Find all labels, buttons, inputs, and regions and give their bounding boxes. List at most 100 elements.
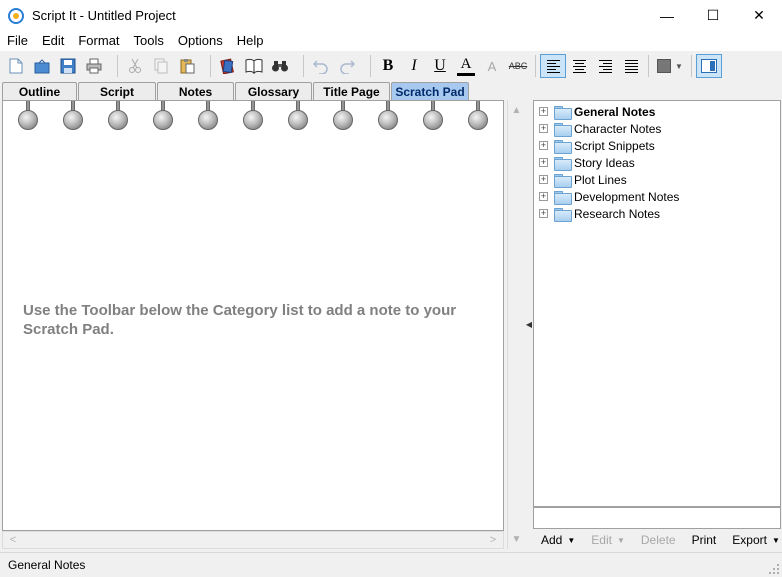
tree-item-plot-lines[interactable]: + Plot Lines [534,171,780,188]
folder-icon [554,139,572,154]
dropdown-arrow-icon: ▼ [675,61,683,71]
font-color-button[interactable]: A [457,56,475,76]
toolbar-separator [210,55,211,77]
expand-icon[interactable]: + [539,141,548,150]
bold-button[interactable]: B [375,54,401,78]
toolbar-separator [535,55,536,77]
print-button[interactable]: Print [692,533,717,547]
expand-icon[interactable]: + [539,107,548,116]
folder-icon [554,105,572,120]
align-center-button[interactable] [566,54,592,78]
strikethrough-button[interactable]: ABC [505,54,531,78]
scroll-down-icon[interactable]: ▼ [508,531,525,547]
splitter-grip-icon[interactable]: ◀ [526,319,532,329]
cut-icon[interactable] [122,54,148,78]
menu-edit[interactable]: Edit [35,31,71,51]
tab-title-page[interactable]: Title Page [313,82,390,100]
clear-format-button[interactable]: A [479,54,505,78]
ring-icon [153,101,173,131]
panel-icon [701,59,717,73]
ring-icon [378,101,398,131]
undo-icon[interactable] [308,54,334,78]
print-icon[interactable] [81,54,107,78]
app-icon [8,7,24,24]
color-swatch-icon [657,59,672,73]
copy-icon[interactable] [148,54,174,78]
tree-item-development-notes[interactable]: + Development Notes [534,188,780,205]
book-icon[interactable] [241,54,267,78]
align-right-button[interactable] [592,54,618,78]
menu-file[interactable]: File [0,31,35,51]
tree-item-story-ideas[interactable]: + Story Ideas [534,154,780,171]
tab-outline[interactable]: Outline [2,82,77,100]
toolbar-separator [117,55,118,77]
italic-button[interactable]: I [401,54,427,78]
menu-bar: File Edit Format Tools Options Help [0,31,782,51]
paste-icon[interactable] [174,54,200,78]
save-icon[interactable] [55,54,81,78]
expand-icon[interactable]: + [539,175,548,184]
align-left-icon [546,59,560,73]
menu-options[interactable]: Options [171,31,230,51]
tree-item-general-notes[interactable]: + General Notes [534,103,780,120]
tree-item-character-notes[interactable]: + Character Notes [534,120,780,137]
delete-button[interactable]: Delete [641,533,676,547]
vertical-scrollbar[interactable]: ▲ ▼ [507,100,525,549]
toolbar-separator [648,55,649,77]
tab-glossary[interactable]: Glossary [235,82,312,100]
align-left-button[interactable] [540,54,566,78]
tab-notes[interactable]: Notes [157,82,234,100]
tree-item-script-snippets[interactable]: + Script Snippets [534,137,780,154]
dropdown-arrow-icon: ▼ [616,535,625,545]
ring-icon [288,101,308,131]
open-icon[interactable] [29,54,55,78]
scratch-pad-area[interactable]: Use the Toolbar below the Category list … [2,100,504,531]
scroll-up-icon[interactable]: ▲ [508,102,525,118]
edit-button[interactable]: Edit ▼ [591,533,625,547]
folder-icon [554,156,572,171]
binoculars-icon[interactable] [267,54,293,78]
justify-icon [624,59,638,73]
horizontal-scrollbar[interactable]: < > [2,531,504,549]
window-title: Script It - Untitled Project [32,8,176,23]
ring-icon [243,101,263,131]
highlight-color-button[interactable]: ▼ [653,54,687,78]
tree-item-label: Development Notes [574,189,680,204]
close-button[interactable]: ✕ [736,0,782,31]
category-toolbar: Add ▼ Edit ▼ Delete Print Export ▼ [533,530,781,550]
align-center-icon [572,59,586,73]
export-button[interactable]: Export ▼ [732,533,780,547]
tab-scratch-pad[interactable]: Scratch Pad [391,82,469,100]
spellcheck-icon[interactable] [215,54,241,78]
status-bar: General Notes [0,552,782,577]
expand-icon[interactable]: + [539,209,548,218]
menu-format[interactable]: Format [71,31,126,51]
toggle-panel-button[interactable] [696,54,722,78]
expand-icon[interactable]: + [539,158,548,167]
dropdown-arrow-icon: ▼ [567,535,576,545]
minimize-button[interactable]: — [644,0,690,31]
tab-script[interactable]: Script [78,82,156,100]
expand-icon[interactable]: + [539,192,548,201]
scroll-right-icon[interactable]: > [485,532,501,548]
title-bar: Script It - Untitled Project — ☐ ✕ [0,0,782,31]
justify-button[interactable] [618,54,644,78]
notebook-rings [3,101,503,135]
add-button[interactable]: Add ▼ [541,533,575,547]
tree-item-label: Research Notes [574,206,661,221]
menu-tools[interactable]: Tools [127,31,171,51]
redo-icon[interactable] [334,54,360,78]
ring-icon [333,101,353,131]
underline-button[interactable]: U [427,54,453,78]
ring-icon [63,101,83,131]
expand-icon[interactable]: + [539,124,548,133]
tree-item-label: Plot Lines [574,172,627,187]
new-file-icon[interactable] [3,54,29,78]
ring-icon [108,101,128,131]
maximize-button[interactable]: ☐ [690,0,736,31]
tree-item-research-notes[interactable]: + Research Notes [534,205,780,222]
resize-grip-icon[interactable] [768,563,780,575]
scroll-left-icon[interactable]: < [5,532,21,548]
note-filter-field[interactable] [533,507,781,529]
menu-help[interactable]: Help [230,31,271,51]
